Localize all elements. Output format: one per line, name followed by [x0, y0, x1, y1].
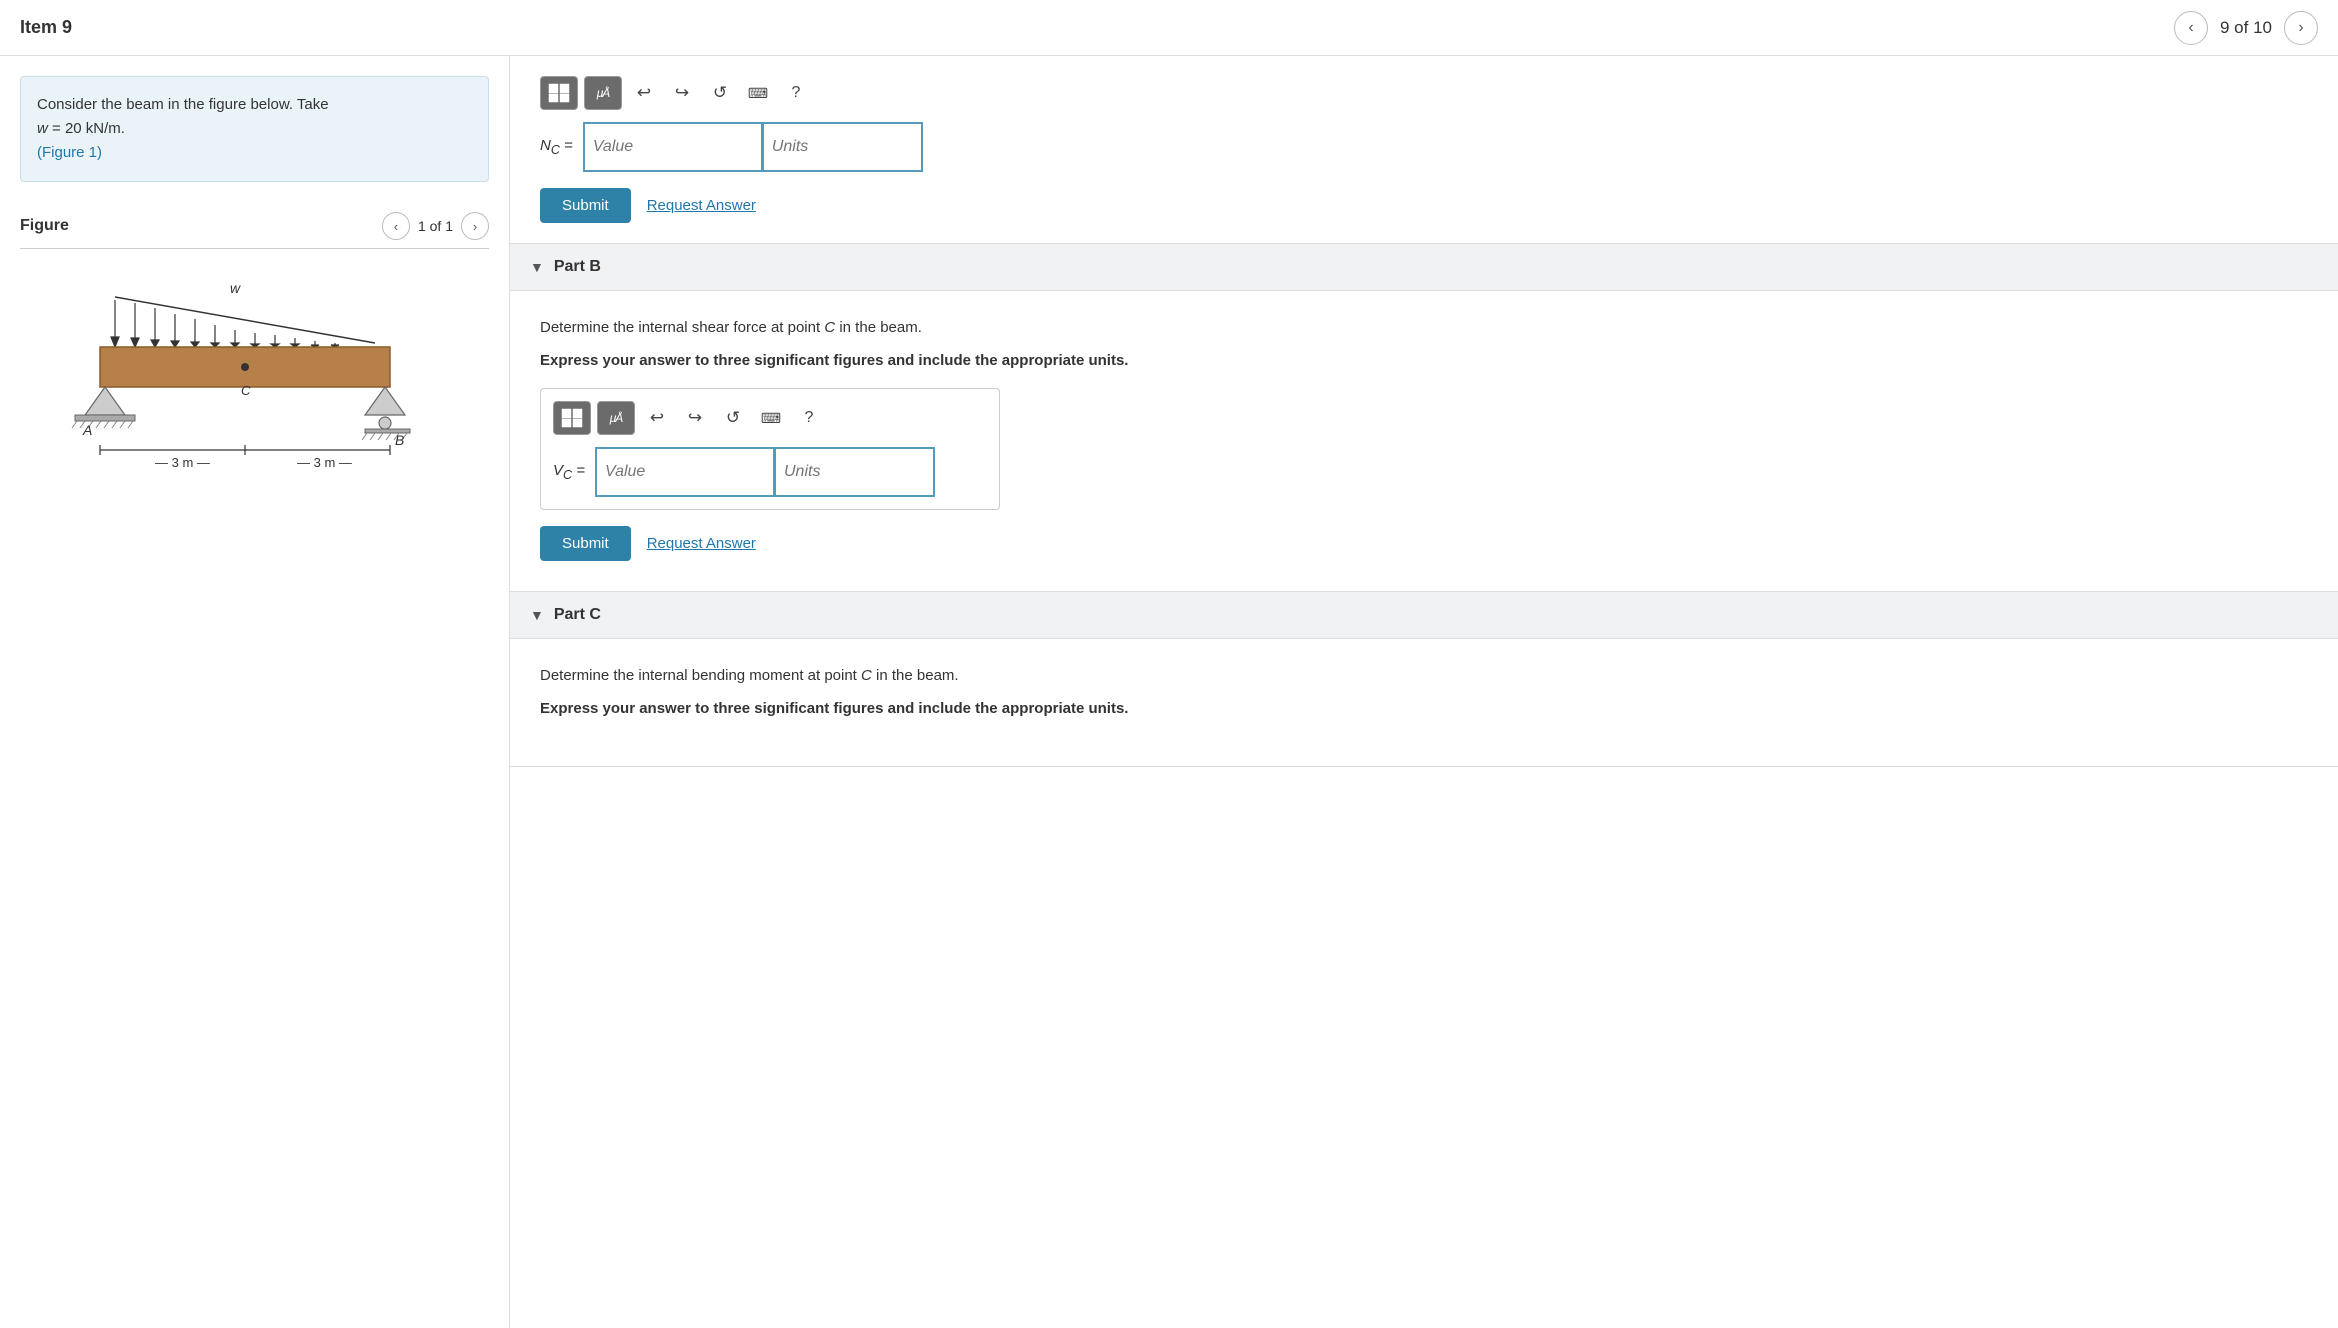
redo-button-b[interactable]: ↪ [679, 402, 711, 434]
input-row-b: VC = [553, 447, 987, 497]
keyboard-button-b[interactable]: ⌨ [755, 402, 787, 434]
undo-button-a[interactable]: ↩ [628, 77, 660, 109]
help-button-b[interactable]: ? [793, 402, 825, 434]
figure-next-button[interactable]: › [461, 212, 489, 240]
label-b: B [395, 432, 404, 448]
mu-button-b[interactable]: μÅ [597, 401, 635, 435]
toolbar-a: μÅ ↩ ↪ ↺ ⌨ ? [540, 76, 2308, 110]
part-c-chevron[interactable]: ▼ [530, 607, 544, 623]
part-b-section: ▼ Part B Determine the internal shear fo… [510, 244, 2338, 592]
support-b [365, 387, 405, 415]
beam-diagram: w [20, 265, 489, 505]
value-input-b[interactable] [595, 447, 775, 497]
prev-button[interactable]: ‹ [2174, 11, 2208, 45]
figure-prev-button[interactable]: ‹ [382, 212, 410, 240]
request-answer-link-b[interactable]: Request Answer [647, 535, 756, 552]
matrix-button-a[interactable] [540, 76, 578, 110]
dim-3m-right: — 3 m — [297, 455, 352, 470]
part-b-body: Determine the internal shear force at po… [540, 307, 2308, 561]
submit-button-b[interactable]: Submit [540, 526, 631, 561]
redo-button-a[interactable]: ↪ [666, 77, 698, 109]
left-panel: Consider the beam in the figure below. T… [0, 56, 510, 1328]
figure-nav: ‹ 1 of 1 › [382, 212, 489, 240]
next-button[interactable]: › [2284, 11, 2318, 45]
figure-section: Figure ‹ 1 of 1 › w [20, 212, 489, 505]
part-b-chevron[interactable]: ▼ [530, 259, 544, 275]
part-c-question: Determine the internal bending moment at… [540, 665, 2308, 688]
problem-statement: Consider the beam in the figure below. T… [20, 76, 489, 182]
input-row-a: NC = [540, 122, 2308, 172]
mu-button-a[interactable]: μÅ [584, 76, 622, 110]
part-c-body: Determine the internal bending moment at… [540, 655, 2308, 720]
label-a: A [82, 422, 92, 438]
nav-counter: 9 of 10 [2220, 18, 2272, 38]
action-row-a: Submit Request Answer [540, 188, 2308, 223]
undo-button-b[interactable]: ↩ [641, 402, 673, 434]
problem-text-2: w = 20 kN/m. [37, 120, 125, 137]
support-a [85, 387, 125, 415]
request-answer-link-a[interactable]: Request Answer [647, 197, 756, 214]
roller-b [379, 417, 391, 429]
part-c-header: ▼ Part C [510, 592, 2338, 639]
item-title: Item 9 [20, 17, 72, 38]
toolbar-b: μÅ ↩ ↪ ↺ ⌨ ? [553, 401, 987, 435]
w-label: w [230, 280, 241, 296]
problem-text-1: Consider the beam in the figure below. T… [37, 96, 329, 113]
figure-header: Figure ‹ 1 of 1 › [20, 212, 489, 249]
input-label-a: NC = [540, 137, 573, 157]
part-c-emphasis: Express your answer to three significant… [540, 698, 2308, 721]
answer-box-b: μÅ ↩ ↪ ↺ ⌨ ? VC = [540, 388, 1000, 510]
part-c-label: Part C [554, 606, 601, 624]
figure-counter: 1 of 1 [418, 218, 453, 234]
point-c-dot [241, 363, 249, 371]
keyboard-button-a[interactable]: ⌨ [742, 77, 774, 109]
action-row-b: Submit Request Answer [540, 526, 2308, 561]
help-button-a[interactable]: ? [780, 77, 812, 109]
part-a-answer-area: μÅ ↩ ↪ ↺ ⌨ ? NC = Submit Request Answer [510, 56, 2338, 244]
matrix-button-b[interactable] [553, 401, 591, 435]
beam-svg: w [45, 275, 465, 495]
figure-link[interactable]: (Figure 1) [37, 144, 102, 161]
part-b-question: Determine the internal shear force at po… [540, 317, 2308, 340]
part-b-label: Part B [554, 258, 601, 276]
units-input-a[interactable] [763, 122, 923, 172]
input-label-b: VC = [553, 462, 585, 482]
value-input-a[interactable] [583, 122, 763, 172]
right-panel: μÅ ↩ ↪ ↺ ⌨ ? NC = Submit Request Answer [510, 56, 2338, 1328]
main-layout: Consider the beam in the figure below. T… [0, 56, 2338, 1328]
figure-title: Figure [20, 217, 69, 235]
refresh-button-a[interactable]: ↺ [704, 77, 736, 109]
dim-3m-left: — 3 m — [155, 455, 210, 470]
submit-button-a[interactable]: Submit [540, 188, 631, 223]
header: Item 9 ‹ 9 of 10 › [0, 0, 2338, 56]
part-c-section: ▼ Part C Determine the internal bending … [510, 592, 2338, 767]
units-input-b[interactable] [775, 447, 935, 497]
part-b-emphasis: Express your answer to three significant… [540, 350, 2308, 373]
label-c: C [241, 383, 251, 398]
refresh-button-b[interactable]: ↺ [717, 402, 749, 434]
nav-controls: ‹ 9 of 10 › [2174, 11, 2318, 45]
part-b-header: ▼ Part B [510, 244, 2338, 291]
